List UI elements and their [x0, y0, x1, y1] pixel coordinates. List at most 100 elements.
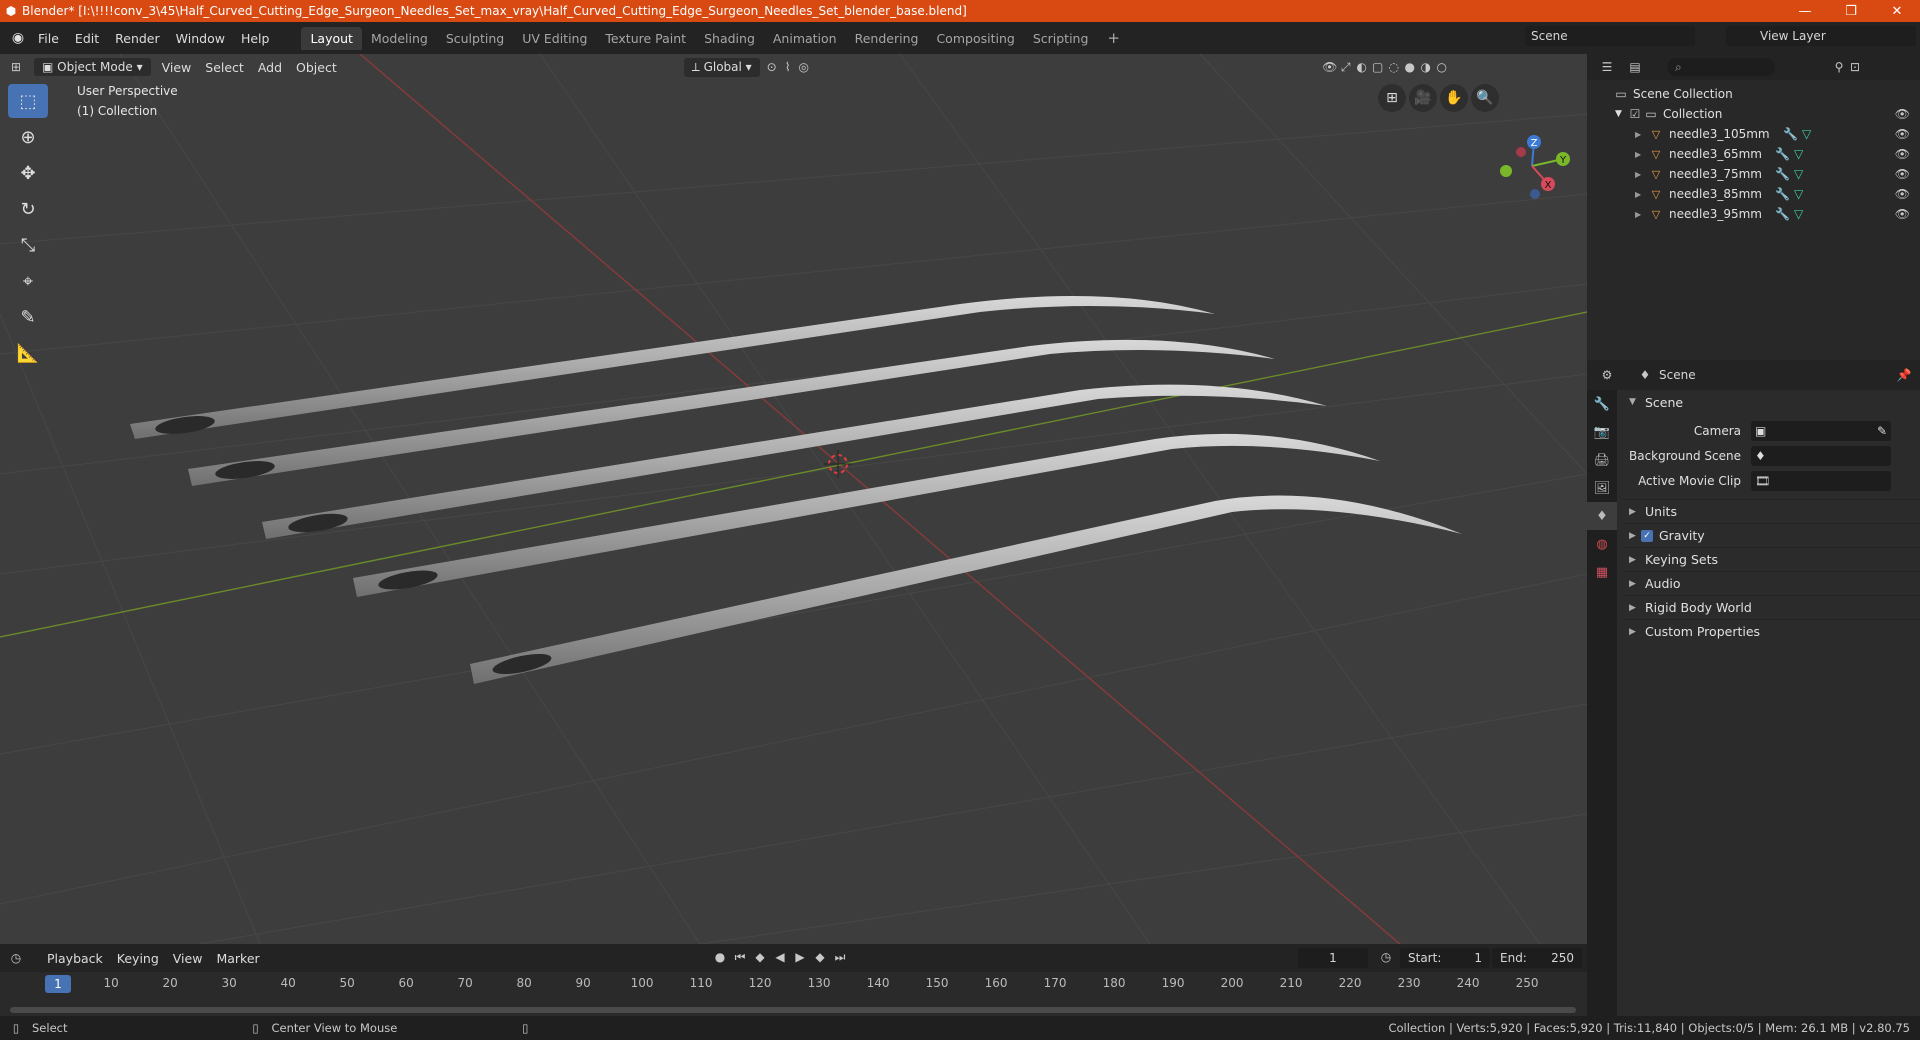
scale-tool-icon[interactable]: ⤡: [8, 228, 48, 262]
modifier-wrench-icon[interactable]: 🔧: [1775, 187, 1790, 201]
tab-uv-editing[interactable]: UV Editing: [513, 27, 596, 50]
audio-panel[interactable]: ▶ Audio: [1623, 571, 1920, 595]
tab-texture-paint[interactable]: Texture Paint: [596, 27, 695, 50]
visibility-eye-icon[interactable]: 👁: [1895, 107, 1910, 121]
outliner-item[interactable]: ▶ ▽ needle3_65mm 🔧 ▽ 👁: [1587, 144, 1920, 164]
units-panel[interactable]: ▶ Units: [1623, 499, 1920, 523]
proportional-edit-icon[interactable]: ◎: [796, 60, 812, 74]
current-frame-marker[interactable]: 1: [45, 975, 71, 993]
gravity-checkbox[interactable]: ✓: [1641, 529, 1653, 542]
pan-hand-icon[interactable]: ✋: [1440, 84, 1468, 112]
prev-keyframe-icon[interactable]: ◆: [752, 950, 768, 965]
needle-2[interactable]: [188, 339, 1275, 486]
editor-type-icon[interactable]: ⊞: [8, 60, 24, 74]
snap-icon[interactable]: ⌇: [780, 60, 796, 74]
measure-tool-icon[interactable]: 📐: [8, 336, 48, 370]
scene-tab-icon[interactable]: ♦: [1587, 502, 1617, 530]
play-icon[interactable]: ▶: [792, 950, 808, 965]
visibility-icon[interactable]: 👁: [1322, 60, 1338, 74]
outliner-item[interactable]: ▶ ▽ needle3_95mm 🔧 ▽ 👁: [1587, 204, 1920, 224]
collapse-arrow-icon[interactable]: ▼: [1615, 109, 1627, 119]
3d-viewport[interactable]: Z Y X ⊞ ▣ Object Mode ▾ View Select Add …: [0, 54, 1587, 944]
add-workspace-button[interactable]: +: [1097, 29, 1130, 47]
navigation-gizmo[interactable]: Z Y X: [1500, 135, 1570, 199]
menu-file[interactable]: File: [30, 31, 67, 46]
view-layer-selector[interactable]: View Layer: [1726, 26, 1916, 46]
overlay-toggle-icon[interactable]: ◐: [1354, 60, 1370, 74]
outliner-collection[interactable]: ▼ ☑ ▭ Collection 👁: [1587, 104, 1920, 124]
material-shading-icon[interactable]: ◑: [1418, 60, 1434, 74]
expand-arrow-icon[interactable]: ▶: [1635, 190, 1647, 199]
expand-arrow-icon[interactable]: ▶: [1635, 130, 1647, 139]
viewport-menu-select[interactable]: Select: [198, 60, 251, 75]
ortho-toggle-icon[interactable]: ⊞: [1378, 84, 1406, 112]
outliner-item[interactable]: ▶ ▽ needle3_75mm 🔧 ▽ 👁: [1587, 164, 1920, 184]
rigid-body-world-panel[interactable]: ▶ Rigid Body World: [1623, 595, 1920, 619]
modifier-wrench-icon[interactable]: 🔧: [1783, 127, 1798, 141]
solid-shading-icon[interactable]: ●: [1402, 60, 1418, 74]
needle-4[interactable]: [353, 433, 1380, 597]
render-tab-icon[interactable]: 📷: [1587, 418, 1617, 446]
timeline-menu-view[interactable]: View: [166, 951, 210, 966]
minimize-button[interactable]: —: [1782, 4, 1828, 19]
move-tool-icon[interactable]: ✥: [8, 156, 48, 190]
timeline-scrollbar[interactable]: [10, 1007, 1576, 1013]
visibility-eye-icon[interactable]: 👁: [1895, 127, 1910, 141]
jump-start-icon[interactable]: ⏮: [732, 950, 748, 965]
tab-modeling[interactable]: Modeling: [362, 27, 437, 50]
visibility-eye-icon[interactable]: 👁: [1895, 207, 1910, 221]
timeline-editor-icon[interactable]: ◷: [8, 951, 24, 965]
transform-tool-icon[interactable]: ⌖: [8, 264, 48, 298]
mode-selector[interactable]: ▣ Object Mode ▾: [34, 58, 151, 76]
timeline-menu-keying[interactable]: Keying: [110, 951, 166, 966]
tab-layout[interactable]: Layout: [301, 26, 362, 50]
menu-help[interactable]: Help: [233, 31, 278, 46]
rotate-tool-icon[interactable]: ↻: [8, 192, 48, 226]
expand-arrow-icon[interactable]: ▶: [1635, 150, 1647, 159]
end-frame-field[interactable]: End: 250: [1492, 948, 1582, 968]
wireframe-shading-icon[interactable]: ◌: [1386, 60, 1402, 74]
mesh-data-icon[interactable]: ▽: [1794, 147, 1803, 161]
output-tab-icon[interactable]: 🖨: [1587, 446, 1617, 474]
scene-selector[interactable]: Scene: [1525, 26, 1695, 46]
transform-orientation-selector[interactable]: ⟂ Global ▾: [683, 57, 760, 77]
pivot-icon[interactable]: ⊙: [764, 60, 780, 74]
rendered-shading-icon[interactable]: ○: [1434, 60, 1450, 74]
select-box-tool-icon[interactable]: ⬚: [8, 84, 48, 118]
menu-edit[interactable]: Edit: [67, 31, 107, 46]
mesh-data-icon[interactable]: ▽: [1794, 207, 1803, 221]
keying-sets-panel[interactable]: ▶ Keying Sets: [1623, 547, 1920, 571]
tab-animation[interactable]: Animation: [764, 27, 846, 50]
texture-tab-icon[interactable]: ▦: [1587, 558, 1617, 586]
viewport-menu-object[interactable]: Object: [289, 60, 344, 75]
timeline-menu-playback[interactable]: Playback: [40, 951, 110, 966]
outliner-search-input[interactable]: ⌕: [1667, 58, 1775, 76]
display-mode-icon[interactable]: ▤: [1627, 60, 1643, 74]
visibility-eye-icon[interactable]: 👁: [1895, 187, 1910, 201]
menu-render[interactable]: Render: [107, 31, 168, 46]
frame-ruler[interactable]: 1 10 20 30 40 50 60 70 80 90 100 110 120 130 140 150 16…: [0, 974, 1587, 994]
properties-editor-icon[interactable]: ⚙: [1599, 368, 1615, 382]
outliner-item[interactable]: ▶ ▽ needle3_105mm 🔧 ▽ 👁: [1587, 124, 1920, 144]
xray-icon[interactable]: ▢: [1370, 60, 1386, 74]
current-frame-field[interactable]: 1: [1298, 948, 1368, 968]
record-icon[interactable]: ●: [712, 950, 728, 965]
new-collection-icon[interactable]: ⊡: [1847, 60, 1863, 74]
mesh-data-icon[interactable]: ▽: [1794, 167, 1803, 181]
blender-menu-icon[interactable]: ◉: [6, 30, 30, 46]
pin-icon[interactable]: 📌: [1896, 368, 1912, 382]
needle-5[interactable]: [470, 495, 1462, 684]
custom-properties-panel[interactable]: ▶ Custom Properties: [1623, 619, 1920, 643]
world-tab-icon[interactable]: ◍: [1587, 530, 1617, 558]
gravity-panel[interactable]: ▶ ✓ Gravity: [1623, 523, 1920, 547]
tool-tab-icon[interactable]: 🔧: [1587, 390, 1617, 418]
expand-arrow-icon[interactable]: ▶: [1635, 210, 1647, 219]
filter-icon[interactable]: ⚲: [1831, 60, 1847, 74]
modifier-wrench-icon[interactable]: 🔧: [1775, 167, 1790, 181]
eyedropper-icon[interactable]: ✎: [1877, 424, 1891, 438]
cursor-tool-icon[interactable]: ⊕: [8, 120, 48, 154]
camera-field[interactable]: ▣ ✎: [1751, 420, 1891, 441]
outliner-editor-icon[interactable]: ☰: [1599, 60, 1615, 74]
active-movie-clip-field[interactable]: 🎞: [1751, 470, 1891, 491]
annotate-tool-icon[interactable]: ✎: [8, 300, 48, 334]
